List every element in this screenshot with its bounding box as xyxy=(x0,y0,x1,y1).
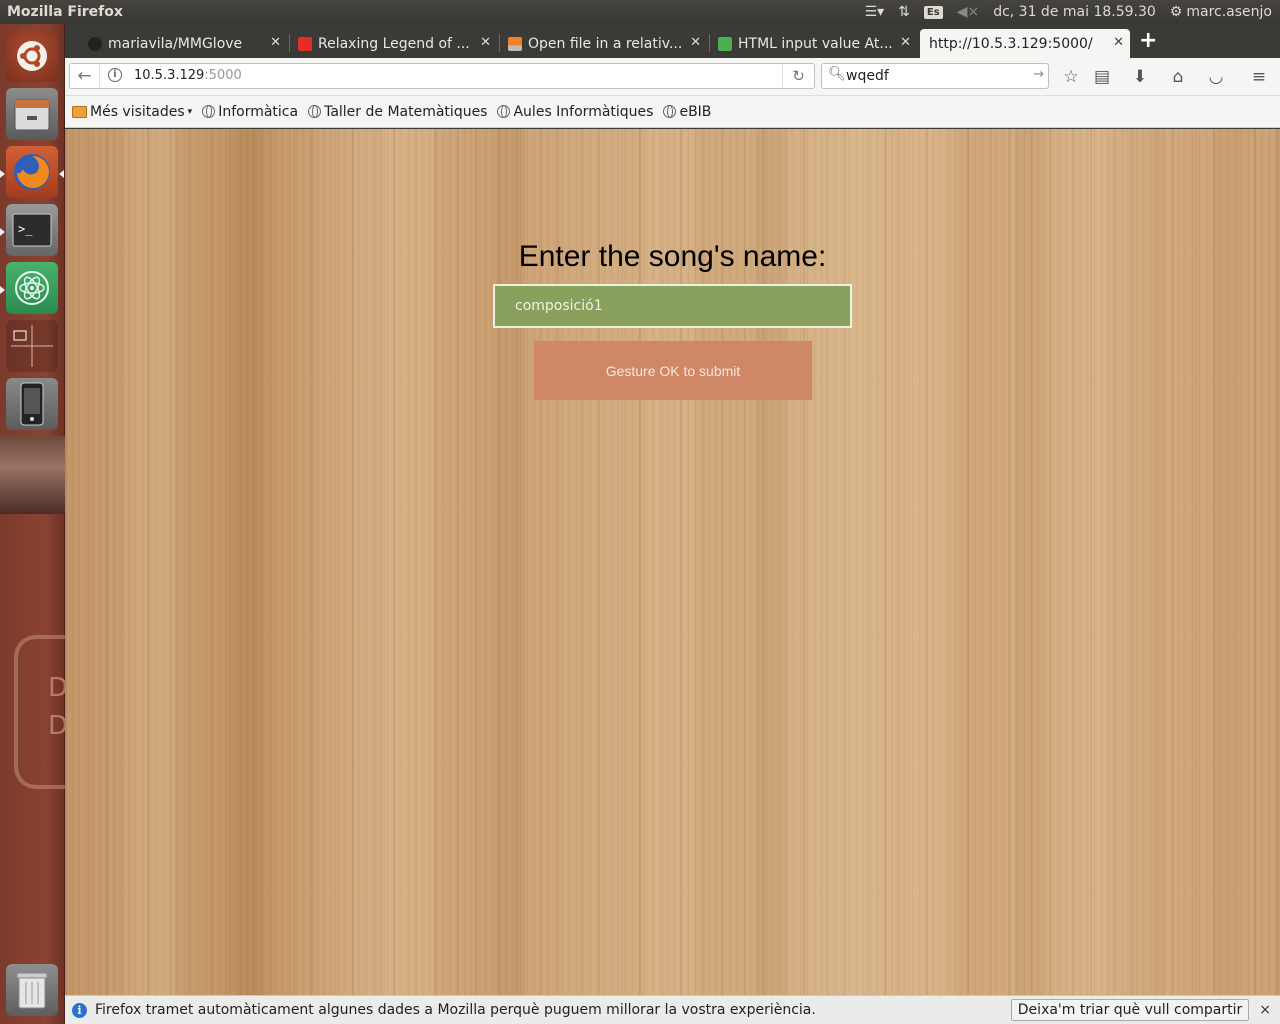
url-bar[interactable]: ← i 10.5.3.129:5000 ↻ xyxy=(69,63,815,89)
choose-what-to-share-button[interactable]: Deixa'm triar què vull compartir xyxy=(1010,999,1250,1021)
close-tab-icon[interactable]: ✕ xyxy=(480,35,491,50)
globe-icon xyxy=(202,105,216,118)
terminal-launcher-button[interactable]: >_ xyxy=(6,204,58,256)
close-tab-icon[interactable]: ✕ xyxy=(270,35,281,50)
site-info-icon[interactable]: i xyxy=(108,68,122,82)
workspace-grid-icon xyxy=(11,325,53,367)
volume-muted-icon[interactable]: ◀× xyxy=(957,4,980,20)
phone-device-icon xyxy=(20,382,44,426)
youtube-icon xyxy=(298,37,312,51)
pocket-icon[interactable]: ◡ xyxy=(1205,66,1227,88)
gesture-submit-button[interactable]: Gesture OK to submit xyxy=(534,341,812,400)
reload-icon[interactable]: ↻ xyxy=(782,64,814,88)
active-app-name: Mozilla Firefox xyxy=(7,4,123,20)
bookmark-label: eBIB xyxy=(679,103,712,120)
github-icon xyxy=(88,37,102,51)
terminal-icon: >_ xyxy=(12,213,52,247)
device-launcher-button[interactable] xyxy=(6,378,58,430)
system-top-panel: Mozilla Firefox ☰▾ ⇅ Es ◀× dc, 31 de mai… xyxy=(0,0,1280,24)
bookmark-aules-informatiques[interactable]: Aules Informàtiques xyxy=(497,104,653,120)
clock[interactable]: dc, 31 de mai 18.59.30 xyxy=(993,4,1156,20)
tab-label: Relaxing Legend of ... xyxy=(318,35,470,52)
tab-label: Open file in a relativ... xyxy=(528,35,683,52)
bookmark-taller-matematiques[interactable]: Taller de Matemàtiques xyxy=(308,104,487,120)
w3schools-icon xyxy=(718,37,732,51)
bookmark-label: Taller de Matemàtiques xyxy=(324,103,488,120)
ubuntu-logo-icon xyxy=(17,41,47,71)
stackoverflow-icon xyxy=(508,37,522,51)
bookmark-label: Informàtica xyxy=(218,103,299,120)
svg-text:>_: >_ xyxy=(18,222,33,236)
page-heading: Enter the song's name: xyxy=(518,240,827,273)
downloads-arrow-icon[interactable]: ⬇ xyxy=(1129,66,1151,88)
bookmark-ebib[interactable]: eBIB xyxy=(663,104,711,120)
close-icon[interactable]: × xyxy=(1259,1002,1271,1018)
tab-active-local[interactable]: http://10.5.3.129:5000/ ✕ xyxy=(920,29,1130,58)
most-visited-folder[interactable]: Més visitades ▾ xyxy=(72,104,192,120)
url-host: 10.5.3.129 xyxy=(134,68,205,83)
files-launcher-button[interactable] xyxy=(6,88,58,140)
hamburger-menu-icon[interactable]: ≡ xyxy=(1248,66,1270,88)
search-icon: 🔍︎ xyxy=(828,66,846,82)
unity-launcher: >_ D D xyxy=(0,24,74,1024)
messaging-menu-icon[interactable]: ☰▾ xyxy=(865,4,885,20)
bookmark-label: Aules Informàtiques xyxy=(513,103,654,120)
keyboard-layout-indicator[interactable]: Es xyxy=(923,5,943,19)
close-tab-icon[interactable]: ✕ xyxy=(900,35,911,50)
desktop-background-strip xyxy=(0,436,65,514)
tab-open-file[interactable]: Open file in a relativ... ✕ xyxy=(504,29,707,58)
song-name-input[interactable] xyxy=(493,284,852,328)
page-content: Enter the song's name: Gesture OK to sub… xyxy=(65,129,1280,995)
user-name[interactable]: marc.asenjo xyxy=(1186,4,1272,20)
network-icon[interactable]: ⇅ xyxy=(898,4,910,20)
firefox-launcher-button[interactable] xyxy=(6,146,58,198)
workspace-switcher-button[interactable] xyxy=(6,320,58,372)
trash-icon xyxy=(16,972,48,1009)
bookmark-star-icon[interactable]: ☆ xyxy=(1060,66,1082,88)
tab-html-input[interactable]: HTML input value At... ✕ xyxy=(714,29,917,58)
tab-label: mariavila/MMGlove xyxy=(108,35,243,52)
tab-mmglove[interactable]: mariavila/MMGlove ✕ xyxy=(84,29,287,58)
tab-label: HTML input value At... xyxy=(738,35,893,52)
url-text[interactable]: 10.5.3.129:5000 xyxy=(134,68,242,83)
notification-text: Firefox tramet automàticament algunes da… xyxy=(95,1002,816,1018)
tab-strip: mariavila/MMGlove ✕ Relaxing Legend of .… xyxy=(65,24,1280,58)
navigation-toolbar: ← i 10.5.3.129:5000 ↻ 🔍︎ → ☆ ▤ ⬇ ⌂ ◡ ≡ xyxy=(65,58,1280,96)
bookmark-label: Més visitades xyxy=(90,103,185,120)
search-bar[interactable]: 🔍︎ → xyxy=(821,63,1049,89)
reading-list-icon[interactable]: ▤ xyxy=(1091,66,1113,88)
indicator-area: ☰▾ ⇅ Es ◀× dc, 31 de mai 18.59.30 ⚙ marc… xyxy=(865,4,1280,20)
home-icon[interactable]: ⌂ xyxy=(1167,66,1189,88)
chevron-down-icon: ▾ xyxy=(187,106,193,117)
close-tab-icon[interactable]: ✕ xyxy=(1113,35,1124,50)
atom-launcher-button[interactable] xyxy=(6,262,58,314)
close-tab-icon[interactable]: ✕ xyxy=(690,35,701,50)
new-tab-button[interactable]: + xyxy=(1139,28,1157,53)
url-port: :5000 xyxy=(204,68,242,83)
atom-icon xyxy=(15,271,49,305)
trash-launcher-button[interactable] xyxy=(6,964,58,1016)
back-arrow-icon[interactable]: ← xyxy=(70,64,100,88)
bookmark-informatica[interactable]: Informàtica xyxy=(202,104,298,120)
session-gear-icon[interactable]: ⚙ xyxy=(1170,4,1183,20)
globe-icon xyxy=(308,105,322,118)
data-reporting-notification: i Firefox tramet automàticament algunes … xyxy=(65,995,1280,1024)
search-input[interactable] xyxy=(846,67,1026,85)
folder-icon xyxy=(72,105,87,118)
file-cabinet-icon xyxy=(14,99,50,131)
tab-label: http://10.5.3.129:5000/ xyxy=(929,35,1093,52)
search-go-arrow-icon[interactable]: → xyxy=(1033,67,1044,82)
globe-icon xyxy=(497,105,511,118)
dash-home-button[interactable] xyxy=(6,30,58,82)
info-icon: i xyxy=(72,1002,87,1018)
globe-icon xyxy=(663,105,677,118)
firefox-icon xyxy=(14,154,50,190)
tab-relaxing-legend[interactable]: Relaxing Legend of ... ✕ xyxy=(294,29,497,58)
bookmarks-toolbar: Més visitades ▾ Informàtica Taller de Mat… xyxy=(65,96,1280,128)
